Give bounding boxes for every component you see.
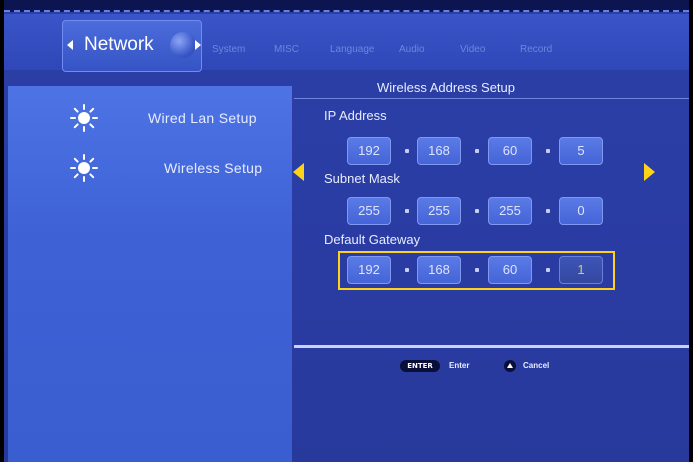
- octet-separator: [475, 209, 479, 213]
- subnet-mask-label: Subnet Mask: [324, 171, 400, 186]
- option-prev-arrow-icon[interactable]: [293, 163, 304, 181]
- gateway-octet-2[interactable]: 168: [417, 256, 461, 284]
- sidebar-item-wired-lan[interactable]: Wired Lan Setup: [4, 102, 288, 134]
- panel-title: Wireless Address Setup: [377, 80, 516, 95]
- sun-icon: [70, 104, 98, 132]
- subnet-octet-2[interactable]: 255: [417, 197, 461, 225]
- tab-audio[interactable]: Audio: [399, 44, 425, 55]
- subnet-octet-3[interactable]: 255: [488, 197, 532, 225]
- tab-record[interactable]: Record: [520, 44, 552, 55]
- octet-separator: [405, 149, 409, 153]
- subnet-octet-1[interactable]: 255: [347, 197, 391, 225]
- sidebar-item-label: Wireless Setup: [164, 160, 263, 176]
- cancel-hint: Cancel: [523, 361, 550, 370]
- gateway-octet-4[interactable]: 1: [559, 256, 603, 284]
- sidebar: [8, 86, 292, 462]
- ip-address-label: IP Address: [324, 108, 387, 123]
- tab-misc[interactable]: MISC: [274, 44, 299, 55]
- octet-separator: [405, 209, 409, 213]
- ip-octet-1[interactable]: 192: [347, 137, 391, 165]
- tab-network-label: Network: [84, 34, 154, 55]
- tab-language[interactable]: Language: [330, 44, 375, 55]
- octet-separator: [546, 209, 550, 213]
- return-icon: [504, 360, 516, 372]
- tab-video[interactable]: Video: [460, 44, 485, 55]
- octet-separator: [546, 268, 550, 272]
- octet-separator: [546, 149, 550, 153]
- enter-hint: Enter: [449, 361, 470, 370]
- octet-separator: [405, 268, 409, 272]
- option-next-arrow-icon[interactable]: [644, 163, 655, 181]
- tab-prev-arrow-icon[interactable]: [67, 40, 73, 50]
- settings-screen: Network System MISC Language Audio Video…: [4, 0, 689, 462]
- sun-icon: [70, 154, 98, 182]
- sidebar-item-label: Wired Lan Setup: [148, 110, 257, 126]
- ip-octet-2[interactable]: 168: [417, 137, 461, 165]
- ip-octet-3[interactable]: 60: [488, 137, 532, 165]
- sidebar-item-wireless[interactable]: Wireless Setup: [4, 152, 288, 184]
- octet-separator: [475, 268, 479, 272]
- enter-key-icon: ENTER: [400, 360, 440, 372]
- tab-next-arrow-icon[interactable]: [195, 40, 201, 50]
- gateway-octet-1[interactable]: 192: [347, 256, 391, 284]
- globe-icon: [170, 32, 196, 58]
- default-gateway-label: Default Gateway: [324, 232, 421, 247]
- tab-system[interactable]: System: [212, 44, 245, 55]
- octet-separator: [475, 149, 479, 153]
- panel-title-divider: [294, 98, 689, 99]
- gateway-octet-3[interactable]: 60: [488, 256, 532, 284]
- ip-octet-4[interactable]: 5: [559, 137, 603, 165]
- subnet-octet-4[interactable]: 0: [559, 197, 603, 225]
- footer-divider: [294, 345, 689, 348]
- top-strip: [4, 0, 689, 12]
